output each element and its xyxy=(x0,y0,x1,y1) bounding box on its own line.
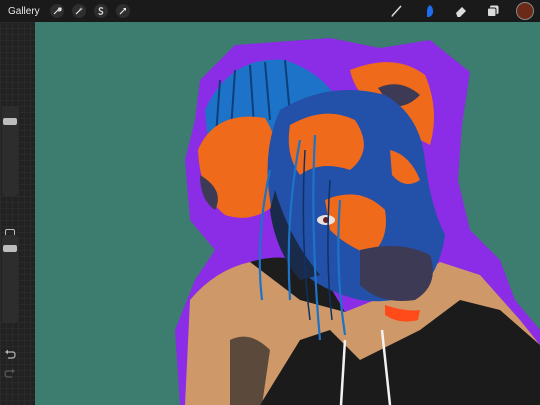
artwork xyxy=(175,38,540,405)
gallery-button[interactable]: Gallery xyxy=(8,6,40,17)
wrench-icon[interactable] xyxy=(49,4,64,18)
color-picker-swatch[interactable] xyxy=(516,2,534,20)
tool-group xyxy=(376,0,536,22)
brush-size-slider[interactable] xyxy=(2,106,18,196)
undo-icon[interactable] xyxy=(4,348,16,360)
opacity-slider[interactable] xyxy=(2,235,18,323)
eraser-icon[interactable] xyxy=(450,0,472,22)
top-toolbar: Gallery xyxy=(0,0,540,22)
mask-dark-snout xyxy=(360,246,433,301)
brush-size-thumb[interactable] xyxy=(3,118,17,125)
redo-icon[interactable] xyxy=(4,367,16,379)
transform-arrow-icon[interactable] xyxy=(115,4,130,18)
smudge-icon[interactable] xyxy=(418,0,440,22)
opacity-thumb[interactable] xyxy=(3,245,17,252)
left-sidebar xyxy=(0,22,35,405)
magic-wand-icon[interactable] xyxy=(71,4,86,18)
selection-s-icon[interactable] xyxy=(93,4,108,18)
layers-icon[interactable] xyxy=(482,0,504,22)
brush-icon[interactable] xyxy=(386,0,408,22)
drawing-canvas[interactable] xyxy=(35,22,540,405)
